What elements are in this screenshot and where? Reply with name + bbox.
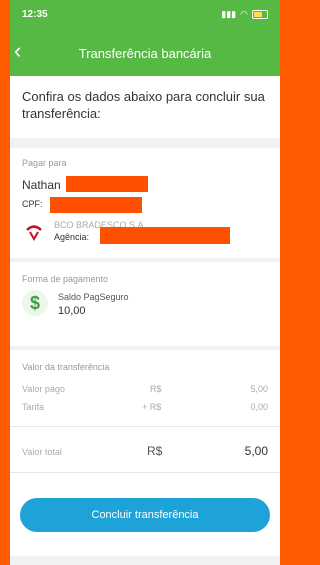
redacted-cpf [50,197,142,213]
status-icons: ▮▮▮ ◠ [221,9,268,20]
agency-label: Agência: [54,232,90,242]
cpf-label: CPF: [22,199,43,209]
status-time: 12:35 [22,9,48,20]
summary-divider-bottom [10,472,280,473]
signal-icon: ▮▮▮ [221,9,237,19]
app-header: 12:35 ▮▮▮ ◠ ‹ Transferência bancária [10,0,280,76]
payee-label: Pagar para [22,158,67,168]
row-label: Valor pago [22,384,65,394]
payee-card: Pagar para Nathan CPF: BCO BRADESCO S.A.… [10,148,280,258]
intro-text: Confira os dados abaixo para concluir su… [22,89,265,121]
row-label: Tarifa [22,402,45,412]
row-currency: + R$ [142,402,162,412]
intro-card: Confira os dados abaixo para concluir su… [10,76,280,138]
phone-screen: 12:35 ▮▮▮ ◠ ‹ Transferência bancária Con… [10,0,280,565]
bradesco-logo-icon [26,225,42,241]
total-value: 5,00 [244,444,268,458]
row-value: 0,00 [250,402,268,412]
wifi-icon: ◠ [240,9,248,19]
payee-name: Nathan [22,178,61,192]
summary-divider [10,426,280,427]
summary-label: Valor da transferência [22,362,110,372]
page-title: Transferência bancária [78,46,212,61]
battery-icon [252,10,268,19]
redacted-agency [100,227,230,244]
redacted-name [66,176,148,192]
total-currency: R$ [147,444,163,458]
payment-source: Saldo PagSeguro [58,292,129,302]
row-currency: R$ [150,384,162,394]
payment-amount: 10,00 [58,305,86,317]
payment-method-label: Forma de pagamento [22,274,109,284]
total-label: Valor total [22,447,62,457]
confirm-transfer-button[interactable]: Concluir transferência [20,498,270,532]
dollar-icon: $ [22,290,48,316]
row-value: 5,00 [250,384,268,394]
summary-card: Valor da transferência Valor pago R$ 5,0… [10,350,280,556]
payment-method-card: Forma de pagamento $ Saldo PagSeguro 10,… [10,262,280,346]
